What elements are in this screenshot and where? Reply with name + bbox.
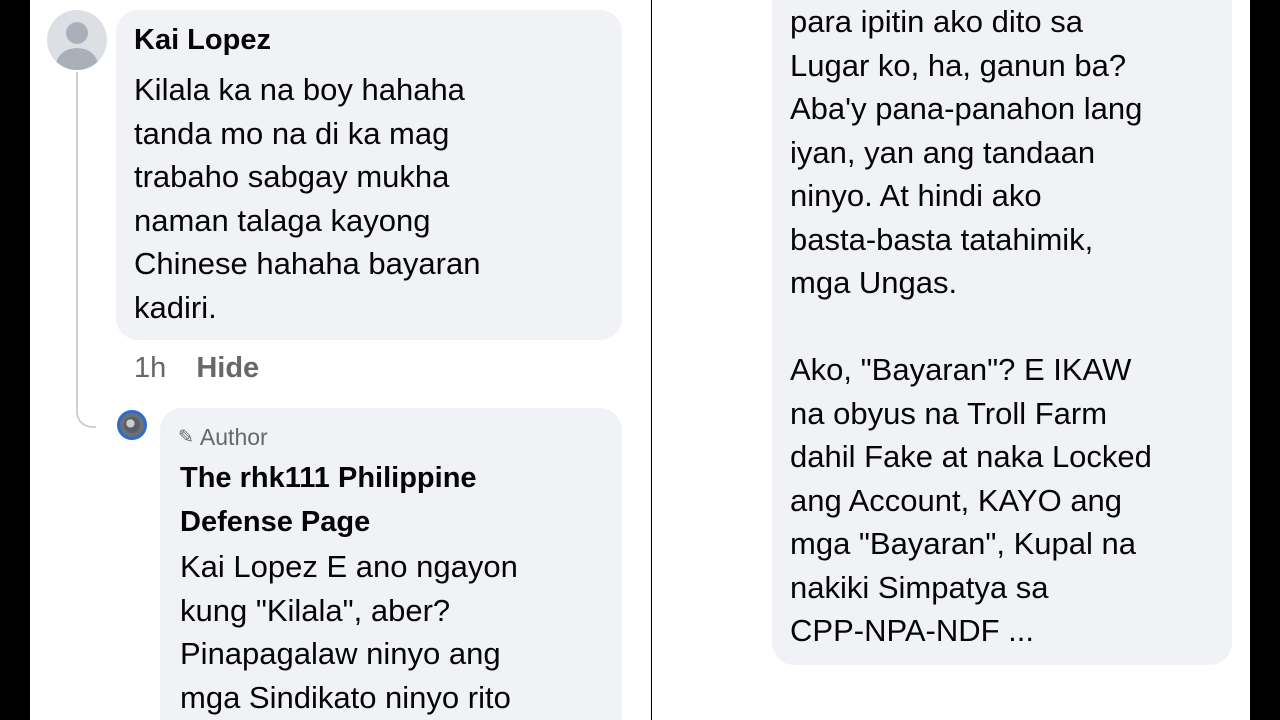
comment-timestamp[interactable]: 1h (134, 352, 166, 384)
left-screenshot-panel: Kai Lopez Kilala ka na boy hahaha tanda … (30, 0, 651, 720)
page-avatar-image (124, 417, 140, 433)
pen-icon: ✎ (178, 427, 194, 448)
avatar-head-shape (66, 22, 88, 44)
comment-author-name[interactable]: Kai Lopez (134, 24, 271, 57)
author-badge-label: Author (199, 424, 268, 450)
right-screenshot-panel: para ipitin ako dito sa Lugar ko, ha, ga… (652, 0, 1250, 720)
author-badge: ✎ Author (178, 424, 268, 451)
comment-meta: 1h Hide (134, 352, 259, 385)
page-avatar[interactable] (117, 410, 147, 440)
reply-author-name[interactable]: The rhk111 Philippine Defense Page (180, 456, 600, 544)
kai-lopez-avatar[interactable] (47, 10, 107, 70)
comment-text: Kilala ka na boy hahaha tanda mo na di k… (134, 72, 481, 325)
reply-text-continued: para ipitin ako dito sa Lugar ko, ha, ga… (790, 4, 1152, 648)
avatar-body-shape (56, 48, 98, 70)
hide-button[interactable]: Hide (196, 352, 259, 384)
reply-thread-line (76, 72, 96, 428)
reply-text: Kai Lopez E ano ngayon kung "Kilala", ab… (180, 549, 518, 715)
